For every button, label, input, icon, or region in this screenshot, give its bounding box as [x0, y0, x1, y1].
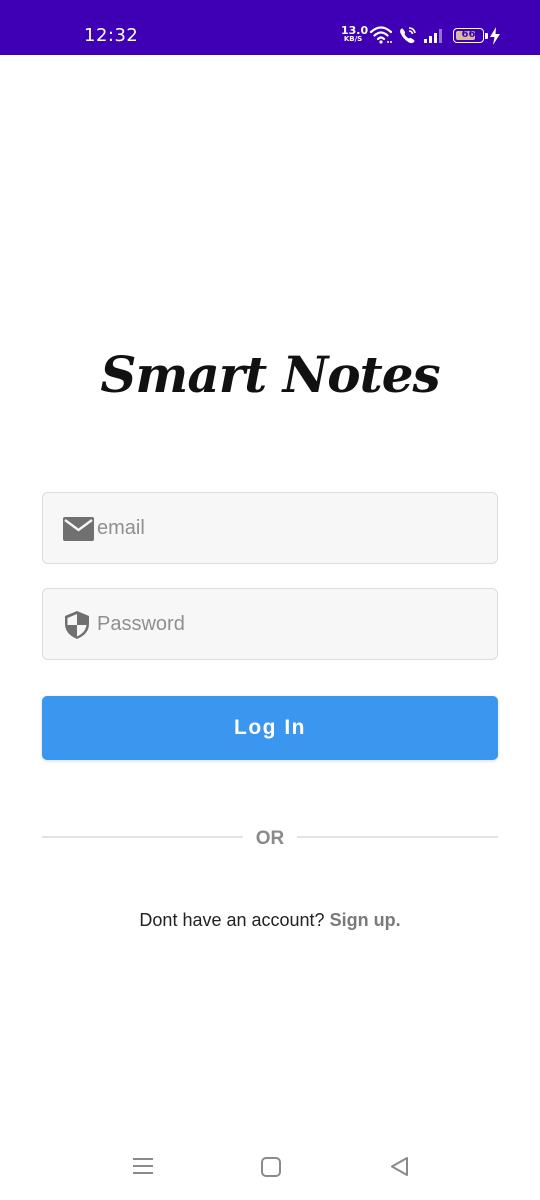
battery-icon: 66 [453, 28, 484, 43]
login-button[interactable]: Log In [42, 696, 498, 760]
battery-tip [485, 33, 488, 39]
divider-line-left [42, 836, 243, 838]
battery-level: 66 [461, 29, 476, 40]
wifi-calling-icon [400, 27, 416, 44]
charging-icon [490, 27, 500, 45]
status-bar: 12:32 13.0 KB/S 66 [0, 0, 540, 55]
home-icon[interactable] [251, 1152, 291, 1182]
menu-icon[interactable] [123, 1152, 163, 1182]
status-time: 12:32 [84, 25, 139, 46]
signup-prompt: Dont have an account? Sign up. [0, 910, 540, 931]
email-field[interactable] [42, 492, 498, 564]
network-speed: 13.0 KB/S [341, 24, 369, 44]
network-speed-unit: KB/S [343, 35, 363, 43]
mail-icon [63, 517, 94, 541]
email-input[interactable] [97, 493, 487, 563]
password-input[interactable] [97, 589, 487, 659]
signup-link[interactable]: Sign up. [330, 910, 401, 930]
shield-icon [65, 611, 89, 639]
back-icon[interactable] [380, 1152, 420, 1182]
password-field[interactable] [42, 588, 498, 660]
app-logo-text: Smart Notes [100, 345, 440, 404]
divider-line-right [297, 836, 498, 838]
signal-icon [424, 29, 442, 43]
or-divider-text: OR [255, 828, 285, 849]
network-speed-value: 13.0 [341, 24, 369, 37]
wifi-icon [369, 26, 393, 44]
signup-prompt-text: Dont have an account? [139, 910, 325, 930]
